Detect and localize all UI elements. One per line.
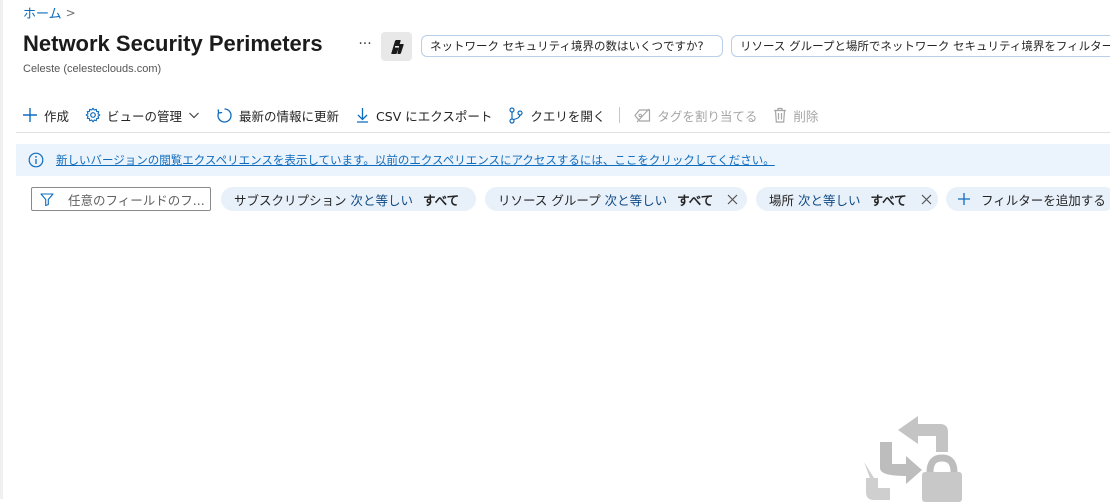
assign-tags-button[interactable]: タグを割り当てる — [634, 106, 757, 125]
filter-pill-field: サブスクリプション — [234, 192, 347, 208]
assign-tags-label: タグを割り当てる — [657, 108, 758, 124]
filter-pill-resource-group[interactable]: リソース グループ 次と等しい すべて — [485, 187, 747, 211]
refresh-label: 最新の情報に更新 — [239, 108, 340, 124]
add-filter-button[interactable]: フィルターを追加する — [946, 187, 1110, 211]
prompt-chip-count[interactable]: ネットワーク セキュリティ境界の数はいくつですか? — [421, 35, 723, 57]
left-edge — [0, 0, 3, 499]
chevron-down-icon — [189, 112, 199, 119]
filter-pill-operator: 次と等しい — [798, 192, 861, 208]
filter-pill-value: すべて — [870, 192, 907, 208]
chevron-right-icon: > — [65, 5, 76, 20]
create-label: 作成 — [44, 108, 70, 124]
trash-icon — [774, 107, 787, 123]
filter-pill-value: すべて — [677, 192, 714, 208]
toolbar-divider — [619, 107, 621, 123]
info-banner: 新しいバージョンの閲覧エクスペリエンスを表示しています。以前のエクスペリエンスに… — [16, 144, 1110, 176]
refresh-icon — [217, 107, 232, 123]
download-icon — [357, 108, 369, 123]
toolbar-divider-line — [16, 132, 1110, 133]
breadcrumb-home-link[interactable]: ホーム — [23, 3, 62, 22]
page-title: Network Security Perimeters — [23, 31, 323, 56]
query-branch-icon — [509, 106, 523, 124]
prompt-chip-filter[interactable]: リソース グループと場所でネットワーク セキュリティ境界をフィルター — [731, 35, 1110, 57]
copilot-icon — [390, 39, 404, 54]
delete-button[interactable]: 削除 — [773, 106, 818, 125]
close-icon[interactable] — [727, 194, 738, 205]
gear-icon — [85, 107, 101, 123]
classic-experience-link[interactable]: 新しいバージョンの閲覧エクスペリエンスを表示しています。以前のエクスペリエンスに… — [56, 152, 775, 168]
copilot-button[interactable] — [381, 32, 412, 61]
field-filter-placeholder: 任意のフィールドのフ... — [68, 192, 205, 208]
tag-icon — [634, 108, 651, 122]
open-query-button[interactable]: クエリを開く — [508, 106, 605, 125]
plus-icon — [957, 192, 971, 206]
filter-pill-location[interactable]: 場所 次と等しい すべて — [756, 187, 938, 211]
export-csv-label: CSV にエクスポート — [376, 108, 493, 124]
filter-pill-operator: 次と等しい — [350, 192, 414, 208]
breadcrumb: ホーム > — [23, 3, 76, 23]
filter-pill-field: 場所 — [769, 192, 795, 208]
field-filter-input[interactable]: 任意のフィールドのフ... — [31, 187, 211, 211]
export-csv-button[interactable]: CSV にエクスポート — [355, 106, 492, 125]
network-security-lock-icon — [864, 416, 962, 502]
filter-pill-field: リソース グループ — [498, 192, 601, 208]
page-subtitle: Celeste (celesteclouds.com) — [23, 63, 162, 75]
close-icon[interactable] — [921, 194, 932, 205]
plus-icon — [23, 108, 37, 122]
filter-pill-subscription[interactable]: サブスクリプション 次と等しい すべて — [221, 187, 476, 211]
delete-label: 削除 — [793, 108, 819, 124]
info-icon — [28, 152, 44, 168]
manage-view-label: ビューの管理 — [107, 108, 183, 124]
open-query-label: クエリを開く — [530, 108, 606, 124]
manage-view-button[interactable]: ビューの管理 — [85, 106, 200, 125]
refresh-button[interactable]: 最新の情報に更新 — [216, 106, 339, 125]
create-button[interactable]: 作成 — [22, 106, 69, 125]
filter-pill-value: すべて — [423, 192, 460, 208]
funnel-icon — [40, 192, 54, 206]
more-options-button[interactable]: ··· — [355, 33, 375, 55]
add-filter-label: フィルターを追加する — [981, 192, 1106, 208]
command-bar: 作成 ビューの管理 最新の情報に更新 CSV にエクスポート クエリを開く タグ… — [22, 102, 834, 128]
filter-pill-operator: 次と等しい — [604, 192, 668, 208]
